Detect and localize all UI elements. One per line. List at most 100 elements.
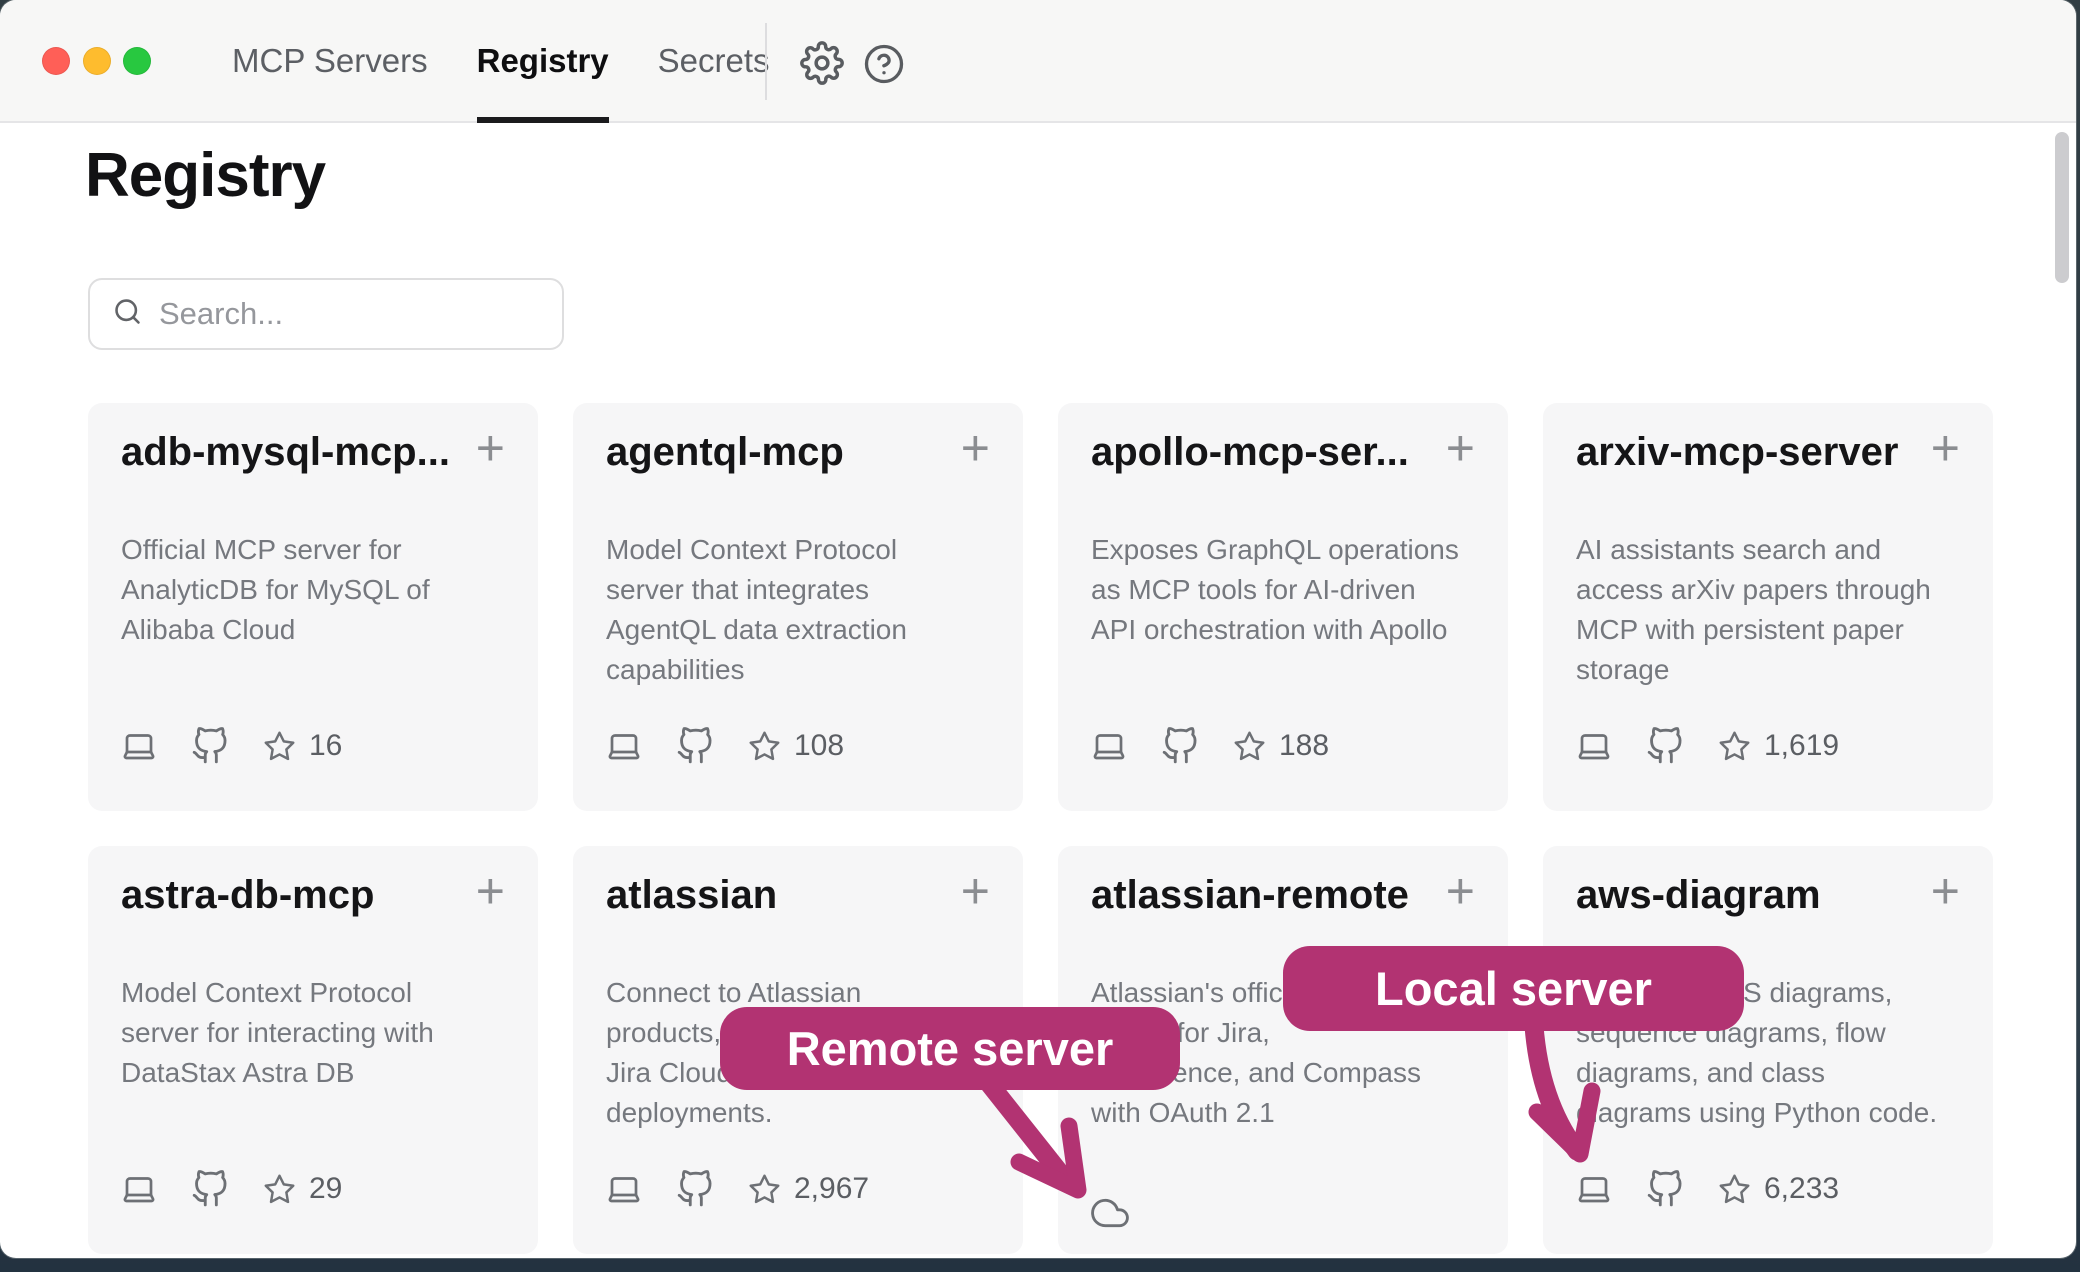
card-footer: 108: [606, 727, 844, 765]
star-count: 1,619: [1764, 729, 1839, 763]
add-server-button[interactable]: +: [1931, 426, 1960, 470]
laptop-icon: [606, 728, 642, 764]
laptop-icon: [1576, 1171, 1612, 1207]
server-name: atlassian: [606, 871, 777, 919]
server-description: Model Context Protocol server that integ…: [606, 530, 990, 690]
card-header: atlassian +: [606, 846, 990, 919]
server-grid: adb-mysql-mcp... + Official MCP server f…: [88, 403, 1993, 1254]
plus-icon: +: [476, 420, 505, 476]
github-icon: [1161, 727, 1199, 765]
tab-secrets[interactable]: Secrets: [658, 0, 770, 121]
server-name: agentql-mcp: [606, 428, 844, 476]
add-server-button[interactable]: +: [961, 869, 990, 913]
add-server-button[interactable]: +: [1446, 869, 1475, 913]
server-name: apollo-mcp-ser...: [1091, 428, 1409, 476]
add-server-button[interactable]: +: [961, 426, 990, 470]
desktop-background: { "window": { "controls": ["close", "min…: [0, 0, 2080, 1272]
scrollbar-thumb[interactable]: [2055, 132, 2069, 283]
card-footer: 6,233: [1576, 1170, 1839, 1208]
card-footer: [1091, 1194, 1129, 1232]
card-header: aws-diagram +: [1576, 846, 1960, 919]
laptop-icon: [1091, 728, 1127, 764]
page-title: Registry: [85, 140, 325, 211]
maximize-window-button[interactable]: [123, 47, 151, 75]
star-group: 108: [748, 729, 844, 763]
github-icon: [676, 1170, 714, 1208]
github-icon: [1646, 1170, 1684, 1208]
plus-icon: +: [476, 863, 505, 919]
star-icon: [748, 1173, 781, 1206]
annotation-label: Local server: [1375, 961, 1652, 1016]
tab-registry[interactable]: Registry: [477, 0, 609, 121]
laptop-icon: [606, 1171, 642, 1207]
server-name: astra-db-mcp: [121, 871, 374, 919]
settings-button[interactable]: [798, 41, 846, 89]
server-description: Official MCP server for AnalyticDB for M…: [121, 530, 505, 650]
laptop-icon: [121, 1171, 157, 1207]
help-button[interactable]: [861, 43, 907, 89]
card-footer: 29: [121, 1170, 342, 1208]
server-card[interactable]: agentql-mcp + Model Context Protocol ser…: [573, 403, 1023, 811]
server-description: Exposes GraphQL operations as MCP tools …: [1091, 530, 1475, 650]
star-icon: [1233, 730, 1266, 763]
star-group: 188: [1233, 729, 1329, 763]
tab-label: Registry: [477, 42, 609, 80]
server-name: aws-diagram: [1576, 871, 1821, 919]
server-name: adb-mysql-mcp...: [121, 428, 450, 476]
card-footer: 1,619: [1576, 727, 1839, 765]
star-icon: [263, 730, 296, 763]
search-icon: [112, 296, 143, 332]
annotation-remote-server: Remote server: [720, 1007, 1180, 1090]
tab-label: Secrets: [658, 42, 770, 80]
star-icon: [263, 1173, 296, 1206]
card-header: arxiv-mcp-server +: [1576, 403, 1960, 476]
titlebar: MCP Servers Registry Secrets: [0, 0, 2076, 123]
tab-label: MCP Servers: [232, 42, 428, 80]
tab-mcp-servers[interactable]: MCP Servers: [232, 0, 428, 121]
add-server-button[interactable]: +: [1446, 426, 1475, 470]
star-group: 6,233: [1718, 1172, 1839, 1206]
star-group: 2,967: [748, 1172, 869, 1206]
laptop-icon: [121, 728, 157, 764]
search-box: [88, 278, 564, 350]
server-card[interactable]: adb-mysql-mcp... + Official MCP server f…: [88, 403, 538, 811]
plus-icon: +: [961, 863, 990, 919]
card-header: astra-db-mcp +: [121, 846, 505, 919]
server-card[interactable]: astra-db-mcp + Model Context Protocol se…: [88, 846, 538, 1254]
star-count: 108: [794, 729, 844, 763]
plus-icon: +: [1446, 420, 1475, 476]
star-count: 16: [309, 729, 342, 763]
github-icon: [191, 1170, 229, 1208]
server-card[interactable]: apollo-mcp-ser... + Exposes GraphQL oper…: [1058, 403, 1508, 811]
star-count: 29: [309, 1172, 342, 1206]
gear-icon: [800, 41, 844, 90]
github-icon: [191, 727, 229, 765]
plus-icon: +: [1931, 863, 1960, 919]
card-header: adb-mysql-mcp... +: [121, 403, 505, 476]
server-name: atlassian-remote: [1091, 871, 1409, 919]
cloud-icon: [1091, 1194, 1129, 1232]
card-header: apollo-mcp-ser... +: [1091, 403, 1475, 476]
search-input[interactable]: [159, 296, 562, 332]
help-icon: [863, 43, 905, 90]
add-server-button[interactable]: +: [476, 869, 505, 913]
add-server-button[interactable]: +: [1931, 869, 1960, 913]
laptop-icon: [1576, 728, 1612, 764]
minimize-window-button[interactable]: [83, 47, 111, 75]
server-description: AI assistants search and access arXiv pa…: [1576, 530, 1960, 690]
star-group: 16: [263, 729, 342, 763]
github-icon: [1646, 727, 1684, 765]
star-count: 188: [1279, 729, 1329, 763]
annotation-label: Remote server: [787, 1021, 1114, 1076]
close-window-button[interactable]: [42, 47, 70, 75]
server-card[interactable]: aws-diagram + Generate AWS diagrams, seq…: [1543, 846, 1993, 1254]
server-name: arxiv-mcp-server: [1576, 428, 1898, 476]
star-group: 29: [263, 1172, 342, 1206]
server-description: Model Context Protocol server for intera…: [121, 973, 505, 1093]
star-icon: [748, 730, 781, 763]
header-divider: [765, 23, 767, 100]
star-count: 6,233: [1764, 1172, 1839, 1206]
card-footer: 16: [121, 727, 342, 765]
add-server-button[interactable]: +: [476, 426, 505, 470]
server-card[interactable]: arxiv-mcp-server + AI assistants search …: [1543, 403, 1993, 811]
